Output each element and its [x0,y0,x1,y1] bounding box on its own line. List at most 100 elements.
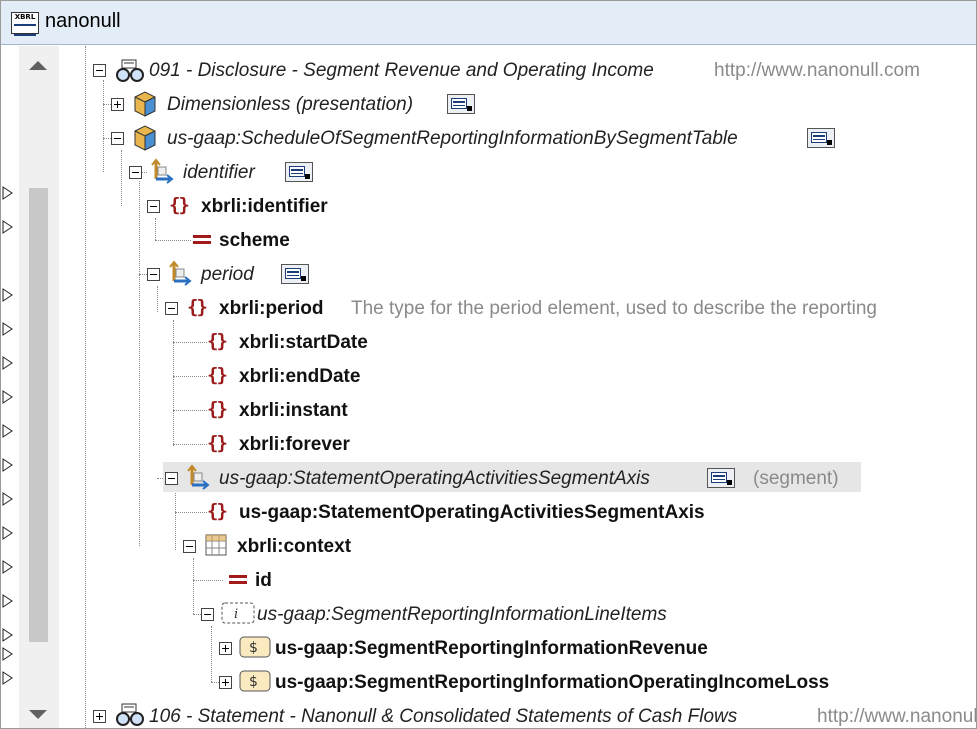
svg-text:i: i [234,607,238,622]
connector-port-icon[interactable] [2,647,14,661]
monetary-item-icon: $ [239,669,271,698]
collapse-toggle[interactable] [129,166,142,179]
expand-toggle[interactable] [111,98,124,111]
tree-guide-line [211,626,212,682]
connector-port-icon[interactable] [2,220,14,234]
connector-port-icon[interactable] [2,322,14,336]
element-braces-icon: {} [187,296,208,318]
element-label[interactable]: xbrli:identifier [201,196,328,218]
collapse-toggle[interactable] [147,200,160,213]
tree-guide-line [155,218,156,240]
tree-guide-line [121,150,122,206]
line-items-label[interactable]: us-gaap:SegmentReportingInformationLineI… [257,604,667,626]
context-label[interactable]: xbrli:context [237,536,351,558]
dimension-label[interactable]: us-gaap:StatementOperatingActivitiesSegm… [219,468,650,490]
tree-guide-line [173,320,174,446]
tree-guide-line [157,286,158,312]
taxonomy-tree: 091 - Disclosure - Segment Revenue and O… [59,46,976,728]
tree-guide-line [103,138,111,139]
element-label[interactable]: xbrli:forever [239,434,350,456]
connector-port-icon[interactable] [2,594,14,608]
svg-text:$: $ [249,640,258,656]
tree-guide-line [193,580,223,581]
tree-guide-line [211,682,219,683]
attribute-equals-icon [229,575,247,584]
hypercube-label[interactable]: Dimensionless (presentation) [167,94,413,116]
item-label[interactable]: us-gaap:SegmentReportingInformationOpera… [275,672,829,694]
scroll-thumb[interactable] [29,188,48,642]
element-label[interactable]: xbrli:endDate [239,366,360,388]
segment-tag: (segment) [753,468,839,489]
scroll-down-arrow-icon[interactable] [29,710,47,719]
collapse-toggle[interactable] [111,132,124,145]
tree-guide-line [85,46,86,728]
element-braces-icon: {} [207,364,228,386]
tree-guide-line [173,444,207,445]
presentation-toggle-icon[interactable] [807,128,835,148]
expand-toggle[interactable] [93,710,106,723]
connector-port-icon[interactable] [2,671,14,685]
linkrole-url: http://www.nanonull.com [714,60,920,81]
hypercube-icon [131,125,159,156]
connector-port-icon[interactable] [2,458,14,472]
tree-guide-line [155,240,191,241]
element-label[interactable]: xbrli:startDate [239,332,368,354]
hypercube-label[interactable]: us-gaap:ScheduleOfSegmentReportingInform… [167,128,738,150]
connector-port-icon[interactable] [2,186,14,200]
collapse-toggle[interactable] [201,608,214,621]
element-braces-icon: {} [207,500,228,522]
dimension-label[interactable]: identifier [183,162,255,184]
connector-port-icon[interactable] [2,390,14,404]
tree-guide-line [175,490,176,550]
element-braces-icon: {} [207,398,228,420]
collapse-toggle[interactable] [147,268,160,281]
scroll-up-arrow-icon[interactable] [29,61,47,70]
collapse-toggle[interactable] [93,64,106,77]
svg-text:$: $ [249,674,258,690]
hypercube-icon [131,91,159,122]
tree-guide-line [103,80,104,172]
presentation-toggle-icon[interactable] [447,94,475,114]
tree-guide-line [173,342,207,343]
element-braces-icon: {} [169,194,190,216]
attribute-label[interactable]: scheme [219,230,290,252]
linkrole-label[interactable]: 091 - Disclosure - Segment Revenue and O… [149,60,654,82]
monetary-item-icon: $ [239,635,271,664]
connector-port-icon[interactable] [2,424,14,438]
presentation-toggle-icon[interactable] [281,264,309,284]
title-bar[interactable]: XBRL nanonull [1,1,976,45]
connector-port-icon[interactable] [2,628,14,642]
linkrole-label[interactable]: 106 - Statement - Nanonull & Consolidate… [149,706,737,728]
presentation-toggle-icon[interactable] [707,468,735,488]
collapse-toggle[interactable] [165,472,178,485]
collapse-toggle[interactable] [183,540,196,553]
element-description: The type for the period element, used to… [351,298,877,319]
item-label[interactable]: us-gaap:SegmentReportingInformationReven… [275,638,708,660]
tree-guide-line [139,274,147,275]
expand-toggle[interactable] [219,642,232,655]
dimension-label[interactable]: period [201,264,254,286]
presentation-toggle-icon[interactable] [285,162,313,182]
connector-port-icon[interactable] [2,526,14,540]
expand-toggle[interactable] [219,676,232,689]
element-label[interactable]: xbrli:period [219,298,324,320]
element-label[interactable]: us-gaap:StatementOperatingActivitiesSegm… [239,502,705,524]
xbrl-component-window: XBRL nanonull 091 - Disclosure - Segment… [0,0,977,729]
xbrl-taxonomy-icon: XBRL [11,12,39,36]
connector-port-icon[interactable] [2,492,14,506]
input-connector-track [1,46,15,728]
tree-guide-line [173,376,207,377]
attribute-label[interactable]: id [255,570,272,592]
context-grid-icon [205,534,227,561]
dimension-axis-icon [167,260,193,291]
connector-port-icon[interactable] [2,288,14,302]
window-title: nanonull [45,10,121,32]
line-items-icon: i [221,601,255,630]
element-label[interactable]: xbrli:instant [239,400,348,422]
vertical-scrollbar[interactable] [19,46,59,728]
tree-guide-line [193,558,194,614]
attribute-equals-icon [193,235,211,244]
connector-port-icon[interactable] [2,356,14,370]
collapse-toggle[interactable] [165,302,178,315]
connector-port-icon[interactable] [2,560,14,574]
